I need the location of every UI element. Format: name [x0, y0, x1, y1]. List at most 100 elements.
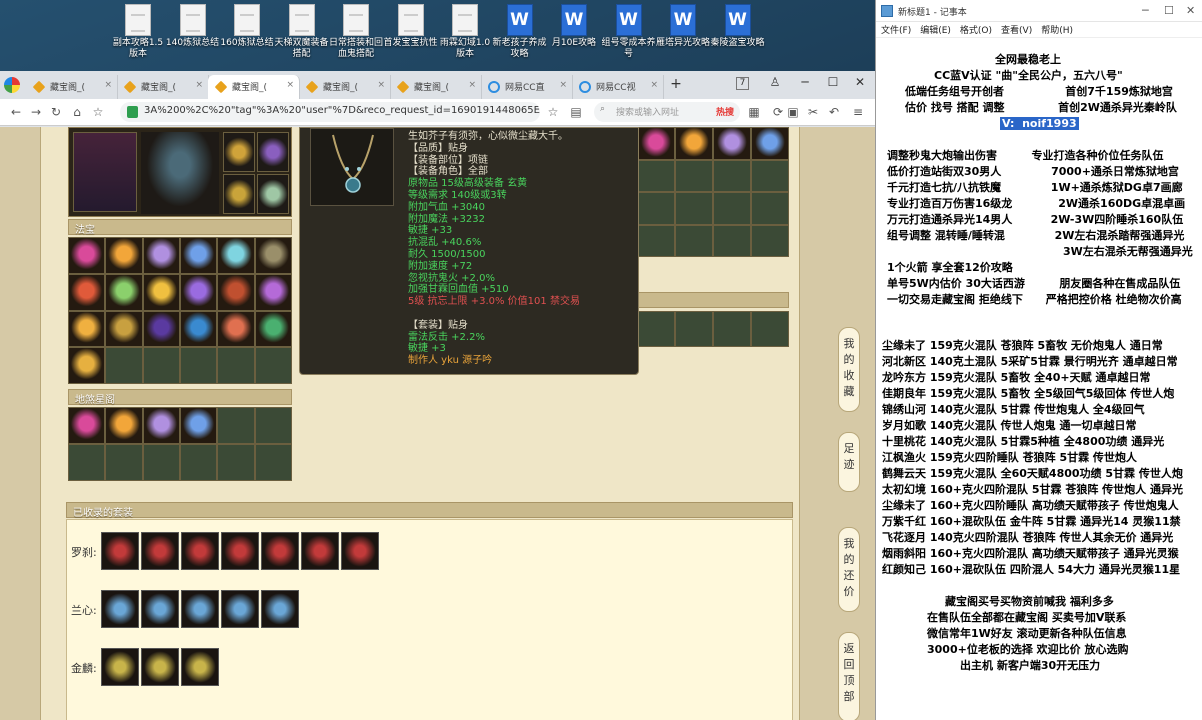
new-tab-button[interactable]: +: [666, 76, 686, 94]
equip-slot-belt[interactable]: [223, 174, 255, 214]
close-tab-icon[interactable]: ×: [195, 80, 203, 90]
inventory-slot[interactable]: [142, 444, 180, 481]
inventory-slot[interactable]: [254, 273, 292, 311]
equip-slot-ring[interactable]: [223, 132, 255, 172]
inventory-slot[interactable]: [217, 310, 255, 348]
inventory-slot[interactable]: [179, 273, 218, 311]
inventory-slot[interactable]: [713, 192, 751, 225]
desktop-icon[interactable]: W 雁塔异光攻略: [655, 4, 711, 70]
inventory-slot[interactable]: [68, 347, 106, 384]
inventory-slot[interactable]: [751, 159, 789, 192]
maximize-button[interactable]: ☐: [1164, 4, 1174, 17]
star-icon[interactable]: ☆: [545, 104, 561, 120]
desktop-icon[interactable]: W 组号零成本养号: [601, 4, 657, 70]
inventory-slot[interactable]: [217, 444, 255, 481]
inventory-slot[interactable]: [675, 224, 713, 257]
inventory-slot[interactable]: [68, 310, 106, 348]
inventory-slot[interactable]: [713, 127, 751, 160]
inventory-slot[interactable]: [142, 407, 180, 444]
set-item-slot[interactable]: [101, 532, 139, 570]
inventory-slot[interactable]: [217, 273, 255, 311]
inventory-slot[interactable]: [105, 310, 143, 348]
search-input[interactable]: ⌕ 搜索或输入网址 热搜: [594, 102, 740, 122]
browser-tab[interactable]: 藏宝阁_(×: [26, 75, 118, 99]
set-item-slot[interactable]: [301, 532, 339, 570]
notepad-text-area[interactable]: 全网最稳老上 CC蓝V认证 "曲"全民公户，五六八号" 低端任务组号开创者 首创7千…: [876, 38, 1202, 720]
inventory-slot[interactable]: [179, 347, 218, 384]
desktop-icon[interactable]: W 新老孩子养成攻略: [492, 4, 548, 70]
inventory-slot[interactable]: [637, 224, 675, 257]
home-icon[interactable]: ⌂: [69, 104, 85, 120]
inventory-slot[interactable]: [105, 407, 143, 444]
desktop-icon[interactable]: 首发宝宝抗性: [383, 4, 439, 70]
inventory-slot[interactable]: [179, 444, 218, 481]
refresh-icon[interactable]: ↻: [48, 104, 64, 120]
equip-slot-weapon[interactable]: [73, 132, 137, 212]
close-button[interactable]: ✕: [1186, 4, 1195, 17]
notepad-menu-item[interactable]: 格式(O): [960, 26, 992, 36]
inventory-slot[interactable]: [105, 444, 143, 481]
notepad-menu-item[interactable]: 帮助(H): [1041, 26, 1073, 36]
inventory-slot[interactable]: [637, 159, 675, 192]
tab-count-badge[interactable]: 7: [736, 77, 749, 90]
maximize-button[interactable]: ☐: [823, 75, 843, 93]
grid-icon[interactable]: ▦: [746, 104, 762, 120]
inventory-slot[interactable]: [254, 347, 292, 384]
inventory-slot[interactable]: [713, 311, 751, 347]
undo-icon[interactable]: ↶: [826, 104, 842, 120]
inventory-slot[interactable]: [68, 407, 106, 444]
close-window-button[interactable]: ✕: [850, 75, 870, 93]
inventory-slot[interactable]: [751, 311, 789, 347]
inventory-slot[interactable]: [254, 237, 292, 274]
minimize-button[interactable]: ─: [1142, 4, 1149, 17]
inventory-slot[interactable]: [105, 347, 143, 384]
inventory-slot[interactable]: [142, 273, 180, 311]
inventory-slot[interactable]: [105, 273, 143, 311]
browser-tab[interactable]: 藏宝阁_(×: [390, 75, 482, 99]
desktop-icon[interactable]: W 秦陵盗宝攻略: [710, 4, 766, 70]
inventory-slot[interactable]: [142, 347, 180, 384]
inventory-slot[interactable]: [637, 311, 675, 347]
set-item-slot[interactable]: [101, 590, 139, 628]
inventory-slot[interactable]: [675, 311, 713, 347]
inventory-slot[interactable]: [254, 407, 292, 444]
side-nav-button[interactable]: 足迹: [838, 432, 860, 492]
equip-slot-jade[interactable]: [257, 174, 289, 214]
shirt-icon[interactable]: ♙: [765, 75, 785, 93]
inventory-slot[interactable]: [254, 310, 292, 348]
close-tab-icon[interactable]: ×: [286, 80, 294, 90]
bookmark-icon[interactable]: ☆: [90, 104, 106, 120]
browser-tab[interactable]: 藏宝阁_(×: [208, 75, 300, 99]
browser-tab[interactable]: 藏宝阁_(×: [117, 75, 209, 99]
inventory-slot[interactable]: [142, 237, 180, 274]
inventory-slot[interactable]: [675, 127, 713, 160]
inventory-slot[interactable]: [675, 192, 713, 225]
inventory-slot[interactable]: [751, 224, 789, 257]
desktop-icon[interactable]: W 月10E攻略: [546, 4, 602, 70]
set-item-slot[interactable]: [261, 590, 299, 628]
side-nav-button[interactable]: 我的收藏: [838, 327, 860, 412]
browser-logo-icon[interactable]: [4, 77, 20, 93]
scissors-icon[interactable]: ✂: [805, 104, 821, 120]
equip-slot-ring-2[interactable]: [257, 132, 289, 172]
set-item-slot[interactable]: [141, 590, 179, 628]
desktop-icon[interactable]: 日常搭装和回血鬼搭配: [328, 4, 384, 70]
set-item-slot[interactable]: [221, 590, 259, 628]
inventory-slot[interactable]: [217, 237, 255, 274]
inventory-slot[interactable]: [751, 192, 789, 225]
apps-icon[interactable]: ▣: [785, 104, 801, 120]
inventory-slot[interactable]: [254, 444, 292, 481]
back-arrow-icon[interactable]: ←: [8, 104, 24, 120]
inventory-slot[interactable]: [751, 127, 789, 160]
sync-icon[interactable]: ⟳: [770, 104, 786, 120]
inventory-slot[interactable]: [68, 444, 106, 481]
close-tab-icon[interactable]: ×: [650, 80, 658, 90]
set-item-slot[interactable]: [221, 532, 259, 570]
minimize-button[interactable]: ─: [795, 75, 815, 93]
close-tab-icon[interactable]: ×: [104, 80, 112, 90]
set-item-slot[interactable]: [181, 648, 219, 686]
close-tab-icon[interactable]: ×: [377, 80, 385, 90]
set-item-slot[interactable]: [141, 532, 179, 570]
url-field[interactable]: 3A%200%2C%20"tag"%3A%20"user"%7D&reco_re…: [120, 102, 540, 122]
inventory-slot[interactable]: [68, 237, 106, 274]
